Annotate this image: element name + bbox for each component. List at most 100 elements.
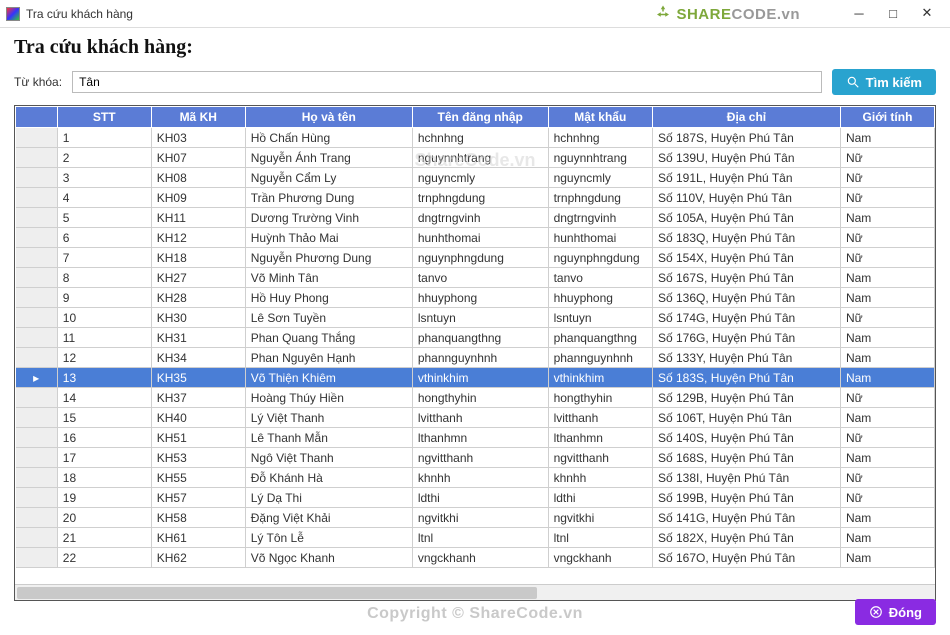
cell[interactable]: Đỗ Khánh Hà	[245, 468, 412, 488]
cell[interactable]: 6	[57, 228, 151, 248]
cell[interactable]: Số 174G, Huyện Phú Tân	[652, 308, 840, 328]
cell[interactable]: KH58	[151, 508, 245, 528]
cell[interactable]: Ngô Việt Thanh	[245, 448, 412, 468]
table-row[interactable]: 2KH07Nguyễn Ánh Trangnguynnhtrangnguynnh…	[16, 148, 935, 168]
cell[interactable]: Số 129B, Huyện Phú Tân	[652, 388, 840, 408]
table-row[interactable]: 5KH11Dương Trường Vinhdngtrngvinhdngtrng…	[16, 208, 935, 228]
cell[interactable]: 12	[57, 348, 151, 368]
cell[interactable]: KH62	[151, 548, 245, 568]
cell[interactable]: Nguyễn Cẩm Ly	[245, 168, 412, 188]
cell[interactable]: KH28	[151, 288, 245, 308]
row-indicator[interactable]	[16, 428, 58, 448]
row-indicator[interactable]	[16, 488, 58, 508]
cell[interactable]: 17	[57, 448, 151, 468]
cell[interactable]: Nam	[840, 208, 934, 228]
cell[interactable]: KH30	[151, 308, 245, 328]
row-indicator[interactable]	[16, 528, 58, 548]
customer-table[interactable]: STTMã KHHọ và tênTên đăng nhậpMật khẩuĐị…	[15, 106, 935, 568]
cell[interactable]: Số 176G, Huyện Phú Tân	[652, 328, 840, 348]
cell[interactable]: Số 168S, Huyện Phú Tân	[652, 448, 840, 468]
cell[interactable]: 9	[57, 288, 151, 308]
cell[interactable]: KH03	[151, 128, 245, 148]
cell[interactable]: 3	[57, 168, 151, 188]
row-indicator[interactable]	[16, 468, 58, 488]
cell[interactable]: hhuyphong	[548, 288, 652, 308]
cell[interactable]: Nam	[840, 408, 934, 428]
column-header[interactable]: Mã KH	[151, 107, 245, 128]
cell[interactable]: 16	[57, 428, 151, 448]
cell[interactable]: Nữ	[840, 308, 934, 328]
cell[interactable]: nguynnhtrang	[548, 148, 652, 168]
cell[interactable]: Số 136Q, Huyện Phú Tân	[652, 288, 840, 308]
table-row[interactable]: 4KH09Trần Phương Dungtrnphngdungtrnphngd…	[16, 188, 935, 208]
cell[interactable]: Võ Thiện Khiêm	[245, 368, 412, 388]
cell[interactable]: Trần Phương Dung	[245, 188, 412, 208]
table-row[interactable]: 6KH12Huỳnh Thảo MaihunhthomaihunhthomaiS…	[16, 228, 935, 248]
cell[interactable]: dngtrngvinh	[412, 208, 548, 228]
cell[interactable]: Số 105A, Huyện Phú Tân	[652, 208, 840, 228]
cell[interactable]: KH53	[151, 448, 245, 468]
row-indicator[interactable]: ▸	[16, 368, 58, 388]
cell[interactable]: Lý Việt Thanh	[245, 408, 412, 428]
cell[interactable]: Lê Thanh Mẫn	[245, 428, 412, 448]
cell[interactable]: Số 187S, Huyện Phú Tân	[652, 128, 840, 148]
row-indicator[interactable]	[16, 348, 58, 368]
cell[interactable]: nguyncmly	[548, 168, 652, 188]
cell[interactable]: Số 138I, Huyện Phú Tân	[652, 468, 840, 488]
table-row[interactable]: 12KH34Phan Nguyên Hạnhphannguynhnhphanng…	[16, 348, 935, 368]
cell[interactable]: khnhh	[548, 468, 652, 488]
row-indicator[interactable]	[16, 148, 58, 168]
cell[interactable]: Số 141G, Huyện Phú Tân	[652, 508, 840, 528]
cell[interactable]: KH18	[151, 248, 245, 268]
cell[interactable]: 8	[57, 268, 151, 288]
cell[interactable]: Số 140S, Huyện Phú Tân	[652, 428, 840, 448]
cell[interactable]: Lê Sơn Tuyền	[245, 308, 412, 328]
cell[interactable]: Số 167O, Huyện Phú Tân	[652, 548, 840, 568]
cell[interactable]: hchnhng	[548, 128, 652, 148]
cell[interactable]: KH34	[151, 348, 245, 368]
column-header[interactable]: Mật khẩu	[548, 107, 652, 128]
table-row[interactable]: 1KH03Hồ Chấn HùnghchnhnghchnhngSố 187S, …	[16, 128, 935, 148]
row-indicator[interactable]	[16, 408, 58, 428]
cell[interactable]: vthinkhim	[548, 368, 652, 388]
row-indicator[interactable]	[16, 168, 58, 188]
cell[interactable]: Nam	[840, 528, 934, 548]
cell[interactable]: nguynphngdung	[412, 248, 548, 268]
table-row[interactable]: 20KH58Đặng Việt KhảingvitkhingvitkhiSố 1…	[16, 508, 935, 528]
column-header[interactable]: STT	[57, 107, 151, 128]
cell[interactable]: ngvitkhi	[412, 508, 548, 528]
cell[interactable]: ldthi	[412, 488, 548, 508]
cell[interactable]: vngckhanh	[412, 548, 548, 568]
cell[interactable]: Phan Quang Thắng	[245, 328, 412, 348]
cell[interactable]: hongthyhin	[548, 388, 652, 408]
table-row[interactable]: 8KH27Võ Minh TântanvotanvoSố 167S, Huyện…	[16, 268, 935, 288]
cell[interactable]: KH11	[151, 208, 245, 228]
cell[interactable]: hchnhng	[412, 128, 548, 148]
cell[interactable]: lvitthanh	[412, 408, 548, 428]
cell[interactable]: 18	[57, 468, 151, 488]
row-indicator[interactable]	[16, 188, 58, 208]
cell[interactable]: KH61	[151, 528, 245, 548]
row-indicator[interactable]	[16, 288, 58, 308]
cell[interactable]: 20	[57, 508, 151, 528]
table-row[interactable]: 19KH57Lý Dạ ThildthildthiSố 199B, Huyện …	[16, 488, 935, 508]
row-indicator[interactable]	[16, 208, 58, 228]
cell[interactable]: Hồ Chấn Hùng	[245, 128, 412, 148]
cell[interactable]: nguynphngdung	[548, 248, 652, 268]
column-header[interactable]: Địa chỉ	[652, 107, 840, 128]
row-indicator[interactable]	[16, 328, 58, 348]
cell[interactable]: Lý Tôn Lễ	[245, 528, 412, 548]
cell[interactable]: Nữ	[840, 428, 934, 448]
cell[interactable]: Số 183S, Huyện Phú Tân	[652, 368, 840, 388]
row-indicator[interactable]	[16, 448, 58, 468]
cell[interactable]: nguyncmly	[412, 168, 548, 188]
cell[interactable]: KH27	[151, 268, 245, 288]
cell[interactable]: nguynnhtrang	[412, 148, 548, 168]
cell[interactable]: Võ Minh Tân	[245, 268, 412, 288]
row-indicator[interactable]	[16, 508, 58, 528]
table-row[interactable]: 14KH37Hoàng Thúy Hiềnhongthyhinhongthyhi…	[16, 388, 935, 408]
cell[interactable]: KH40	[151, 408, 245, 428]
grid-scroll[interactable]: STTMã KHHọ và tênTên đăng nhậpMật khẩuĐị…	[15, 106, 935, 584]
cell[interactable]: Số 133Y, Huyện Phú Tân	[652, 348, 840, 368]
cell[interactable]: KH57	[151, 488, 245, 508]
